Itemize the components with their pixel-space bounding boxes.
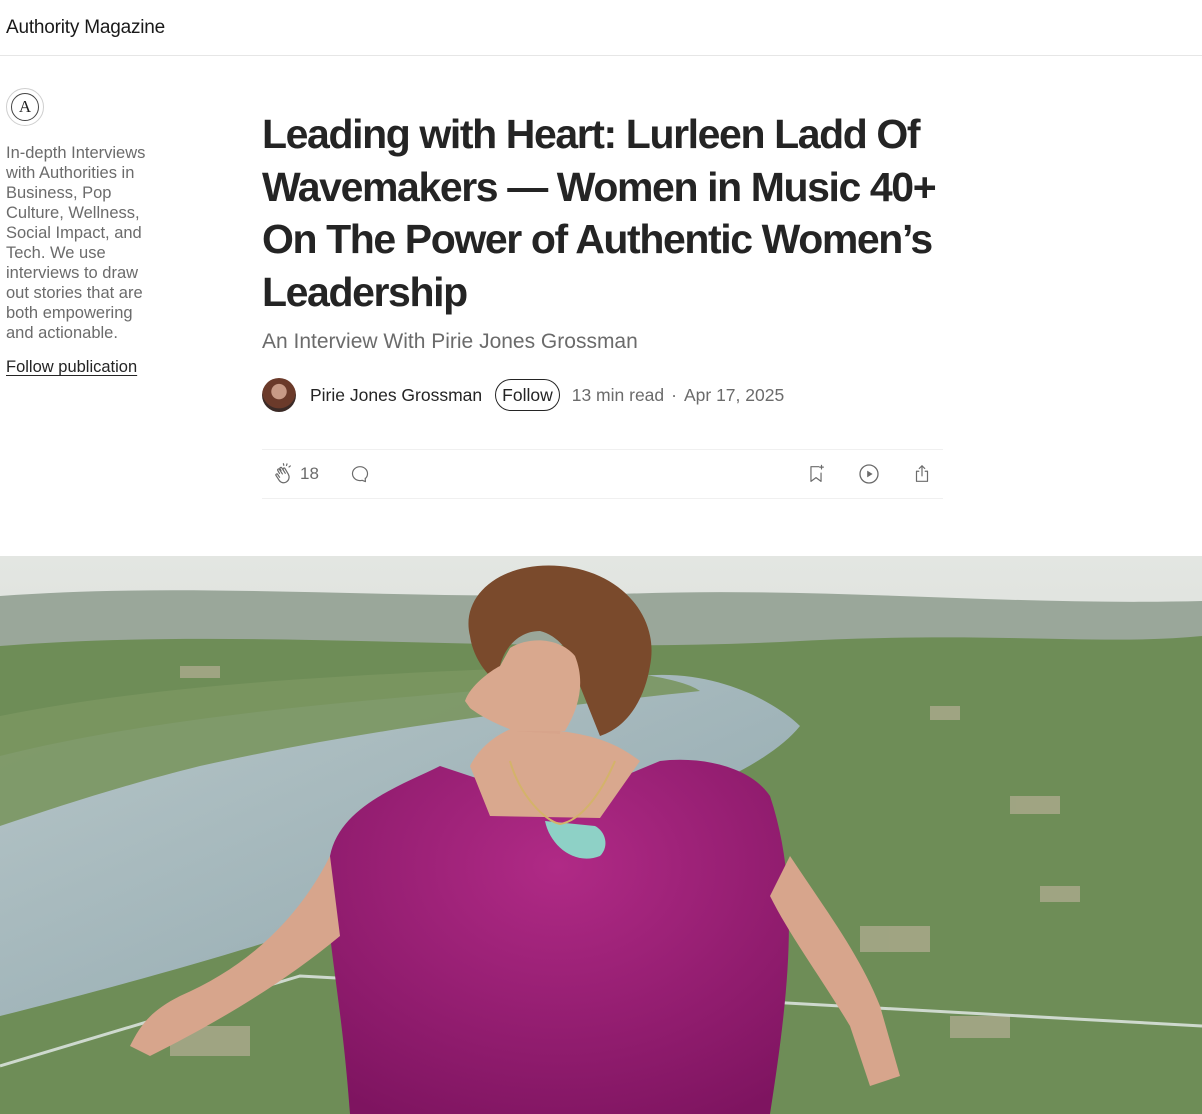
- publication-sidebar: A In-depth Interviews with Authorities i…: [6, 88, 158, 377]
- author-name[interactable]: Pirie Jones Grossman: [310, 385, 482, 406]
- clap-button[interactable]: 18: [272, 462, 319, 486]
- follow-publication-link[interactable]: Follow publication: [6, 358, 137, 377]
- hero-photo: [0, 556, 1202, 1114]
- publication-brand[interactable]: Authority Magazine: [6, 17, 165, 39]
- logo-letter: A: [18, 97, 32, 116]
- read-time: 13 min read: [571, 384, 665, 405]
- comment-icon: [351, 466, 369, 483]
- bookmark-icon: [810, 464, 824, 482]
- author-avatar[interactable]: [262, 378, 296, 412]
- byline: Pirie Jones Grossman Follow 13 min read ·…: [262, 376, 943, 414]
- article-header: Leading with Heart: Lurleen Ladd Of Wave…: [262, 108, 943, 499]
- play-icon: [859, 464, 879, 484]
- publication-logo[interactable]: A: [6, 88, 44, 126]
- listen-button[interactable]: [857, 462, 881, 486]
- publication-description: In-depth Interviews with Authorities in …: [6, 144, 146, 342]
- action-bar-right: [775, 462, 933, 486]
- top-bar: Authority Magazine: [0, 0, 1202, 56]
- share-button[interactable]: [911, 463, 933, 485]
- publish-date: Apr 17, 2025: [683, 384, 785, 405]
- article-action-bar: 18: [262, 449, 943, 499]
- article-subtitle: An Interview With Pirie Jones Grossman: [262, 330, 638, 353]
- meta-separator: ·: [671, 384, 677, 405]
- hero-image: [0, 556, 1202, 1114]
- clap-count: 18: [300, 464, 319, 483]
- article-title: Leading with Heart: Lurleen Ladd Of Wave…: [262, 111, 937, 315]
- bookmark-button[interactable]: [805, 463, 827, 485]
- follow-author-button[interactable]: Follow: [495, 379, 560, 411]
- article-meta: 13 min read · Apr 17, 2025: [572, 385, 784, 406]
- comment-button[interactable]: [349, 463, 371, 485]
- clap-icon: [275, 463, 291, 484]
- action-bar-left: 18: [272, 462, 371, 486]
- share-icon: [915, 465, 929, 482]
